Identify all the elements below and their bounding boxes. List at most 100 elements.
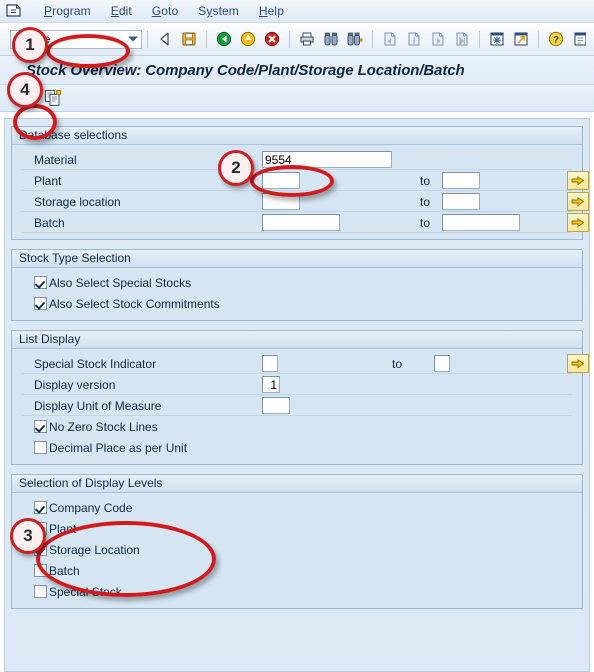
get-variant-button[interactable] (42, 88, 64, 108)
checkbox-label-plant: Plant (49, 521, 77, 536)
annotation-marker-3: 3 (10, 518, 46, 554)
checkbox-batch[interactable] (34, 564, 47, 577)
plant-multiple-selection-button[interactable] (567, 171, 589, 190)
save-button[interactable] (178, 28, 200, 50)
checkbox-also-select-special-stocks[interactable] (34, 276, 47, 289)
row-plant: Plant to (12, 170, 589, 191)
plant-from-field[interactable] (262, 172, 300, 189)
special-stock-indicator-multiple-selection-button[interactable] (567, 354, 589, 373)
group-body-database-selections: Material 9554 Plant to Storage location … (12, 145, 589, 239)
label-plant: Plant (34, 173, 62, 188)
row-divider (22, 232, 572, 233)
group-body-list-display: Special Stock Indicator to Display versi… (12, 349, 589, 464)
page-title: Stock Overview: Company Code/Plant/Stora… (26, 61, 465, 79)
checkbox-row-company-code[interactable]: Company Code (12, 497, 582, 518)
checkbox-label-decimal-place-as-per-unit: Decimal Place as per Unit (49, 440, 188, 455)
stop-button[interactable] (261, 28, 283, 50)
checkbox-label-company-code: Company Code (49, 500, 133, 515)
group-body-stock-type-selection: Also Select Special Stocks Also Select S… (12, 268, 582, 320)
create-shortcut-button[interactable] (510, 28, 532, 50)
checkbox-row-also-select-special-stocks[interactable]: Also Select Special Stocks (12, 272, 582, 293)
storage-location-to-field[interactable] (442, 193, 480, 210)
special-stock-indicator-to-field[interactable] (434, 355, 450, 372)
menu-bar: Program Edit Goto System Help (0, 0, 594, 23)
help-button[interactable]: ? (545, 28, 567, 50)
row-material: Material 9554 (12, 149, 582, 170)
menu-item-program[interactable]: Program (34, 3, 101, 19)
checkbox-no-zero-stock-lines[interactable] (34, 420, 47, 433)
cancel-button[interactable] (237, 28, 259, 50)
display-unit-of-measure-field[interactable] (262, 397, 290, 414)
chevron-down-icon[interactable] (128, 36, 138, 42)
checkbox-row-plant[interactable]: Plant (12, 518, 582, 539)
label-material: Material (34, 152, 77, 167)
storage-location-multiple-selection-button[interactable] (567, 192, 589, 211)
find-button[interactable] (320, 28, 342, 50)
menu-label-program-rest: rogram (52, 4, 91, 18)
checkbox-decimal-place-as-per-unit[interactable] (34, 441, 47, 454)
row-display-unit-of-measure: Display Unit of Measure (12, 395, 582, 416)
checkbox-row-batch[interactable]: Batch (12, 560, 582, 581)
checkbox-row-storage-location[interactable]: Storage Location (12, 539, 582, 560)
material-field[interactable]: 9554 (262, 151, 392, 168)
group-stock-type-selection: Stock Type Selection Also Select Special… (11, 249, 583, 321)
row-display-version: Display version 1 (12, 374, 582, 395)
selection-screen-inner: Database selections Material 9554 Plant … (4, 118, 590, 672)
label-storage-location: Storage location (34, 194, 121, 209)
exit-button[interactable] (213, 28, 235, 50)
checkbox-label-storage-location: Storage Location (49, 542, 140, 557)
print-button[interactable] (296, 28, 318, 50)
menu-item-goto[interactable]: Goto (142, 3, 188, 19)
checkbox-company-code[interactable] (34, 501, 47, 514)
checkbox-row-no-zero-stock-lines[interactable]: No Zero Stock Lines (12, 416, 582, 437)
create-session-button[interactable] (486, 28, 508, 50)
plant-to-field[interactable] (442, 172, 480, 189)
checkbox-row-also-select-stock-commitments[interactable]: Also Select Stock Commitments (12, 293, 582, 314)
window-title-bar: Stock Overview: Company Code/Plant/Stora… (0, 56, 594, 85)
menu-item-system[interactable]: System (188, 3, 249, 19)
svg-text:?: ? (553, 35, 559, 46)
sap-system-menu-icon[interactable] (6, 4, 22, 18)
special-stock-indicator-from-field[interactable] (262, 355, 278, 372)
label-batch: Batch (34, 215, 65, 230)
checkbox-label-also-select-stock-commitments: Also Select Stock Commitments (49, 296, 220, 311)
customize-local-layout-button[interactable] (569, 28, 591, 50)
checkbox-label-special-stock: Special Stock (49, 584, 122, 599)
group-database-selections: Database selections Material 9554 Plant … (11, 126, 589, 240)
checkbox-row-special-stock[interactable]: Special Stock (12, 581, 582, 602)
previous-page-button[interactable] (403, 28, 425, 50)
storage-location-from-field[interactable] (262, 193, 300, 210)
annotation-marker-4: 4 (7, 72, 43, 108)
application-toolbar (0, 85, 594, 112)
menu-item-edit[interactable]: Edit (101, 3, 142, 19)
menu-label-help-rest: elp (267, 4, 284, 18)
to-label-special-stock-indicator: to (392, 356, 403, 371)
label-display-unit-of-measure: Display Unit of Measure (34, 398, 162, 413)
last-page-button[interactable] (451, 28, 473, 50)
checkbox-also-select-stock-commitments[interactable] (34, 297, 47, 310)
first-page-button[interactable] (379, 28, 401, 50)
to-label-storage-location: to (420, 194, 431, 209)
checkbox-special-stock[interactable] (34, 585, 47, 598)
toolbar-separator (479, 30, 480, 48)
toolbar-separator (372, 30, 373, 48)
group-title-list-display: List Display (12, 331, 582, 349)
toolbar-separator (538, 30, 539, 48)
to-label-batch: to (420, 215, 431, 230)
display-version-field[interactable]: 1 (262, 376, 280, 393)
batch-multiple-selection-button[interactable] (567, 213, 589, 232)
batch-from-field[interactable] (262, 214, 340, 231)
batch-to-field[interactable] (442, 214, 520, 231)
menu-item-help[interactable]: Help (249, 3, 294, 19)
checkbox-row-decimal-place-as-per-unit[interactable]: Decimal Place as per Unit (12, 437, 582, 458)
group-selection-of-display-levels: Selection of Display Levels Company Code… (11, 474, 583, 609)
checkbox-label-also-select-special-stocks: Also Select Special Stocks (49, 275, 192, 290)
group-title-stock-type-selection: Stock Type Selection (12, 250, 582, 268)
back-button[interactable] (154, 28, 176, 50)
next-page-button[interactable] (427, 28, 449, 50)
selection-screen: Database selections Material 9554 Plant … (0, 112, 594, 672)
find-next-button[interactable] (344, 28, 366, 50)
group-list-display: List Display Special Stock Indicator to … (11, 330, 589, 465)
checkbox-label-batch: Batch (49, 563, 80, 578)
group-title-selection-of-display-levels: Selection of Display Levels (12, 475, 582, 493)
